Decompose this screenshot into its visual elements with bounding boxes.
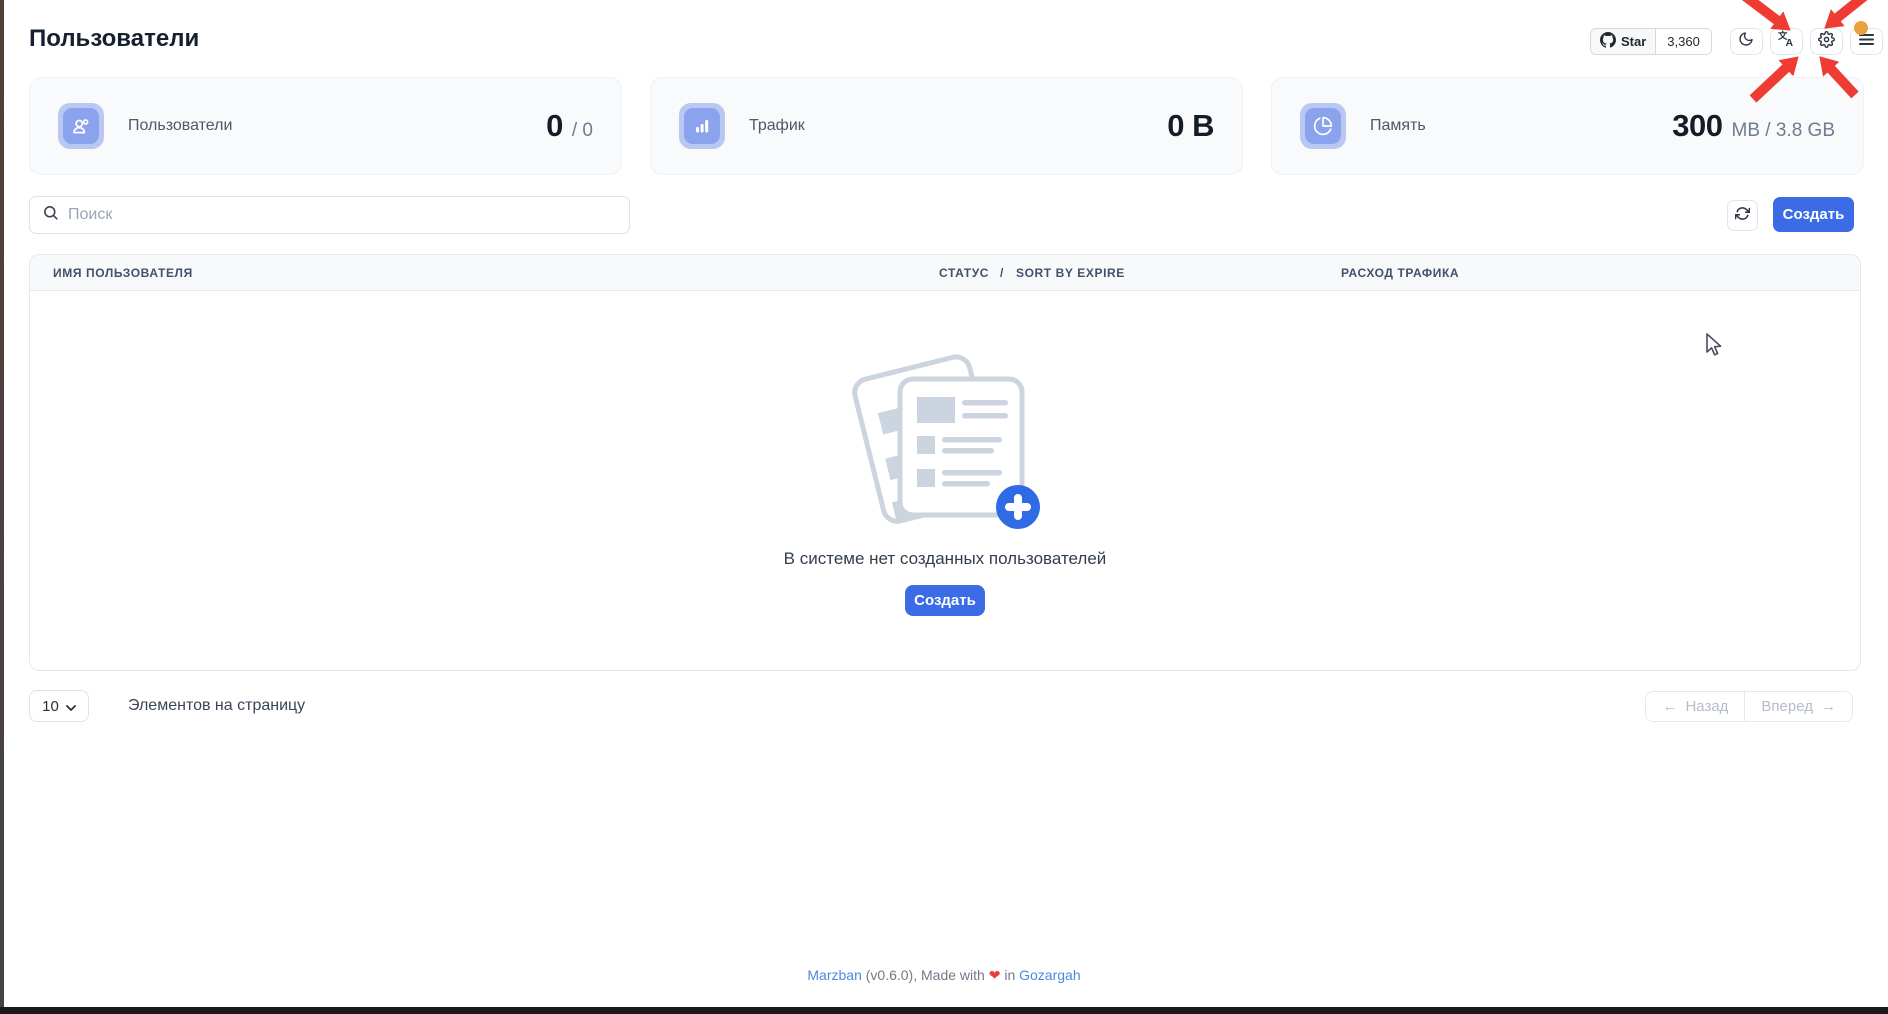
github-star-count[interactable]: 3,360 xyxy=(1656,29,1711,54)
search-row: Создать xyxy=(29,196,1864,234)
marzban-users-page: Пользователи Star 3,360 文A xyxy=(0,0,1888,1014)
stat-suffix: / 0 xyxy=(572,120,593,142)
gozargah-link[interactable]: Gozargah xyxy=(1019,967,1080,983)
footer: Marzban (v0.6.0), Made with ❤ in Gozarga… xyxy=(0,967,1888,984)
column-traffic-usage: РАСХОД ТРАФИКА xyxy=(1341,266,1459,280)
github-star-label: Star xyxy=(1621,34,1646,49)
stat-card-memory: Память 300 MB / 3.8 GB xyxy=(1271,77,1864,175)
next-page-button[interactable]: Вперед → xyxy=(1744,692,1852,721)
empty-state-message: В системе нет созданных пользователей xyxy=(784,549,1107,569)
prev-page-button[interactable]: ← Назад xyxy=(1646,692,1744,721)
table-header: ИМЯ ПОЛЬЗОВАТЕЛЯ СТАТУС / SORT BY EXPIRE… xyxy=(30,255,1860,291)
empty-state: В системе нет созданных пользователей Со… xyxy=(30,291,1860,671)
stat-value: 0 B xyxy=(1167,108,1214,144)
notification-dot xyxy=(1854,21,1868,35)
stat-suffix: MB / 3.8 GB xyxy=(1732,120,1835,142)
github-icon xyxy=(1600,32,1616,51)
stat-card-traffic: Трафик 0 B xyxy=(650,77,1243,175)
pager-buttons: ← Назад Вперед → xyxy=(1645,691,1853,722)
column-sort-by-expire[interactable]: SORT BY EXPIRE xyxy=(1016,266,1125,280)
marzban-link[interactable]: Marzban xyxy=(807,967,861,983)
stat-label: Память xyxy=(1370,117,1426,135)
theme-toggle-button[interactable] xyxy=(1730,28,1763,55)
footer-version-text: (v0.6.0), Made with xyxy=(866,967,985,983)
page-size-value: 10 xyxy=(42,698,59,715)
table-body: В системе нет созданных пользователей Со… xyxy=(30,291,1860,671)
translate-icon: 文A xyxy=(1777,30,1795,53)
search-icon xyxy=(42,204,59,226)
window-edge-strip xyxy=(0,0,4,1014)
annotation-arrow-top-left xyxy=(1737,0,1790,30)
svg-text:A: A xyxy=(1786,37,1794,48)
column-divider: / xyxy=(1000,266,1004,280)
refresh-button[interactable] xyxy=(1727,200,1758,231)
footer-in-text: in xyxy=(1004,967,1015,983)
stat-label: Трафик xyxy=(749,117,805,135)
column-status[interactable]: СТАТУС xyxy=(939,266,989,280)
bar-chart-icon xyxy=(679,103,725,149)
moon-icon xyxy=(1738,31,1754,52)
stat-card-users: Пользователи 0 / 0 xyxy=(29,77,622,175)
empty-documents-illustration xyxy=(840,347,1050,537)
top-toolbar: Star 3,360 文A xyxy=(1590,28,1883,55)
hamburger-icon xyxy=(1859,33,1874,51)
create-user-button[interactable]: Создать xyxy=(1773,197,1854,232)
refresh-icon xyxy=(1735,206,1750,226)
settings-button[interactable] xyxy=(1810,28,1843,55)
gear-icon xyxy=(1818,31,1835,53)
arrow-right-icon: → xyxy=(1821,698,1836,715)
search-box xyxy=(29,196,630,234)
github-star-button[interactable]: Star xyxy=(1591,29,1656,54)
add-circle-icon xyxy=(996,485,1040,529)
page-size-select[interactable]: 10 xyxy=(29,690,89,722)
arrow-left-icon: ← xyxy=(1662,698,1677,715)
stat-value: 300 xyxy=(1672,108,1722,144)
github-star-widget[interactable]: Star 3,360 xyxy=(1590,28,1712,55)
search-input[interactable] xyxy=(68,206,617,224)
language-button[interactable]: 文A xyxy=(1770,28,1803,55)
pagination: 10 Элементов на страницу ← Назад Вперед … xyxy=(29,690,1864,722)
page-title: Пользователи xyxy=(29,25,199,53)
empty-state-create-button[interactable]: Создать xyxy=(905,585,985,616)
column-username[interactable]: ИМЯ ПОЛЬЗОВАТЕЛЯ xyxy=(53,266,193,280)
stat-value: 0 xyxy=(546,108,563,144)
chevron-down-icon xyxy=(66,698,76,715)
users-table: ИМЯ ПОЛЬЗОВАТЕЛЯ СТАТУС / SORT BY EXPIRE… xyxy=(29,254,1861,671)
per-page-label: Элементов на страницу xyxy=(128,697,305,715)
stat-cards: Пользователи 0 / 0 Трафик 0 B Память 300 M… xyxy=(29,77,1864,175)
users-icon xyxy=(58,103,104,149)
stat-label: Пользователи xyxy=(128,117,232,135)
taskbar-strip xyxy=(0,1007,1888,1014)
pie-chart-icon xyxy=(1300,103,1346,149)
heart-icon: ❤ xyxy=(989,967,1001,983)
